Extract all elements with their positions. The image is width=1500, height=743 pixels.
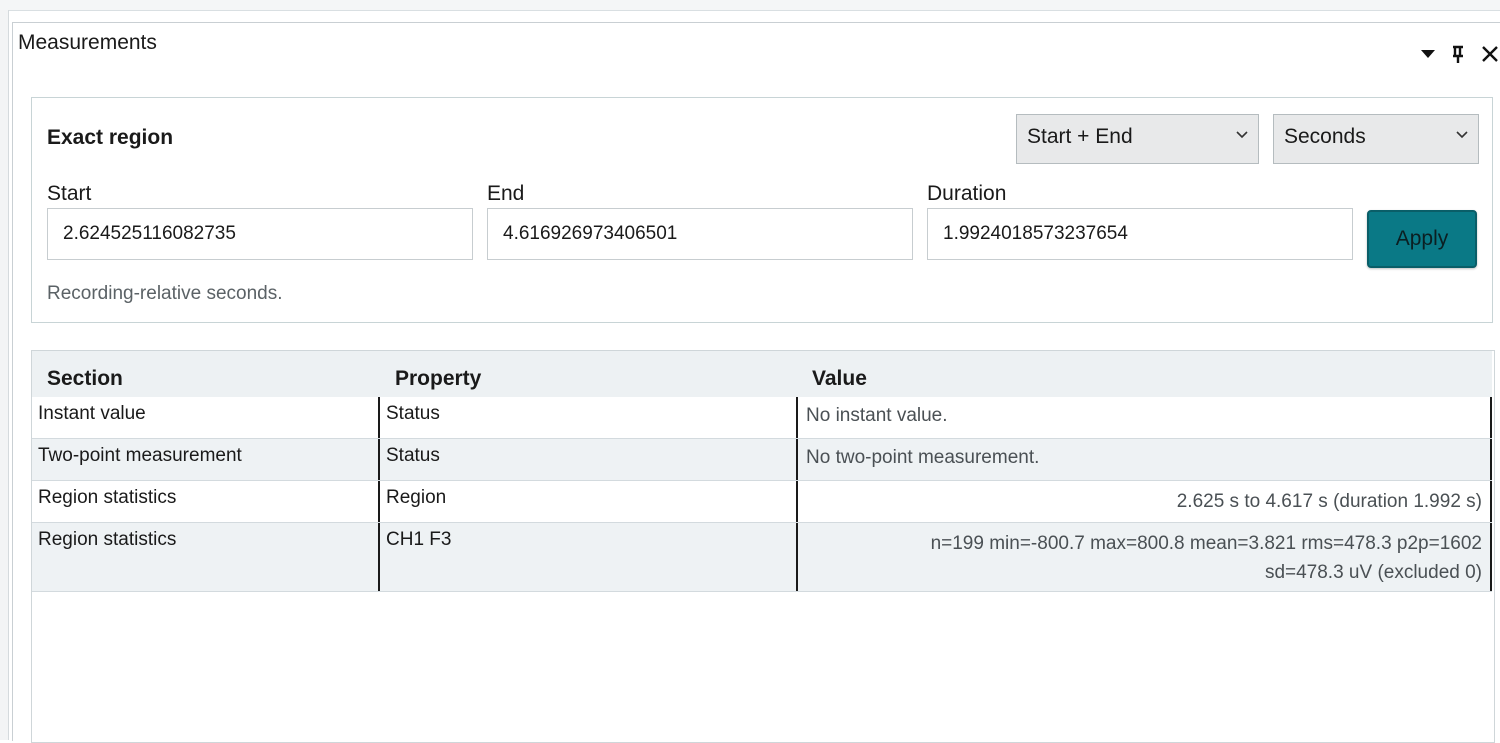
region-mode-select[interactable]: Start + End <box>1016 114 1259 164</box>
end-input[interactable] <box>487 208 913 260</box>
cell-section: Instant value <box>38 403 146 424</box>
cell-value-line: n=199 min=-800.7 max=800.8 mean=3.821 rm… <box>930 533 1482 554</box>
left-dock-strip <box>0 10 9 740</box>
start-input[interactable] <box>47 208 473 260</box>
region-hint-text: Recording-relative seconds. <box>47 283 283 304</box>
header-property[interactable]: Property <box>395 367 481 391</box>
cell-property: Status <box>378 439 796 480</box>
cell-value: No instant value. <box>796 397 1492 438</box>
header-section[interactable]: Section <box>47 367 123 391</box>
duration-label: Duration <box>927 182 1007 205</box>
grid-header: Section Property Value <box>32 351 1492 397</box>
close-icon <box>1482 46 1498 62</box>
time-unit-select[interactable]: Seconds <box>1273 114 1479 164</box>
cell-property: Region <box>378 481 796 522</box>
exact-region-card: Exact region Start + End Seconds Start E… <box>31 97 1493 323</box>
duration-input[interactable] <box>927 208 1353 260</box>
cell-value-line: sd=478.3 uV (excluded 0) <box>1264 562 1482 583</box>
apply-button[interactable]: Apply <box>1367 210 1477 268</box>
region-mode-value: Start + End <box>1027 125 1133 148</box>
pin-button[interactable] <box>1447 43 1469 65</box>
chevron-down-icon <box>1456 131 1468 139</box>
cell-property: Status <box>378 397 796 438</box>
measurements-grid: Section Property Value Instant value Sta… <box>31 350 1495 743</box>
dropdown-arrow-icon <box>1421 50 1435 58</box>
header-value[interactable]: Value <box>812 367 867 391</box>
measurements-panel: Measurements Exact region Start + End Se… <box>12 22 1500 743</box>
close-panel-button[interactable] <box>1479 43 1500 65</box>
table-row[interactable]: Two-point measurement Status No two-poin… <box>32 439 1492 481</box>
top-toolbar-strip <box>0 0 1500 11</box>
cell-section: Region statistics <box>38 529 177 550</box>
cell-section: Region statistics <box>38 487 177 508</box>
region-title: Exact region <box>47 126 174 149</box>
end-label: End <box>487 182 525 205</box>
cell-value: 2.625 s to 4.617 s (duration 1.992 s) <box>796 481 1492 522</box>
pin-icon <box>1453 45 1463 63</box>
table-row[interactable]: Region statistics Region 2.625 s to 4.61… <box>32 481 1492 523</box>
panel-menu-button[interactable] <box>1417 43 1439 65</box>
start-label: Start <box>47 182 92 205</box>
panel-title: Measurements <box>18 31 157 54</box>
cell-property: CH1 F3 <box>378 523 796 591</box>
table-row[interactable]: Region statistics CH1 F3 n=199 min=-800.… <box>32 523 1492 592</box>
cell-value: n=199 min=-800.7 max=800.8 mean=3.821 rm… <box>796 523 1492 591</box>
cell-section: Two-point measurement <box>38 445 242 466</box>
time-unit-value: Seconds <box>1284 125 1366 148</box>
chevron-down-icon <box>1236 131 1248 139</box>
table-row[interactable]: Instant value Status No instant value. <box>32 397 1492 439</box>
cell-value: No two-point measurement. <box>796 439 1492 480</box>
